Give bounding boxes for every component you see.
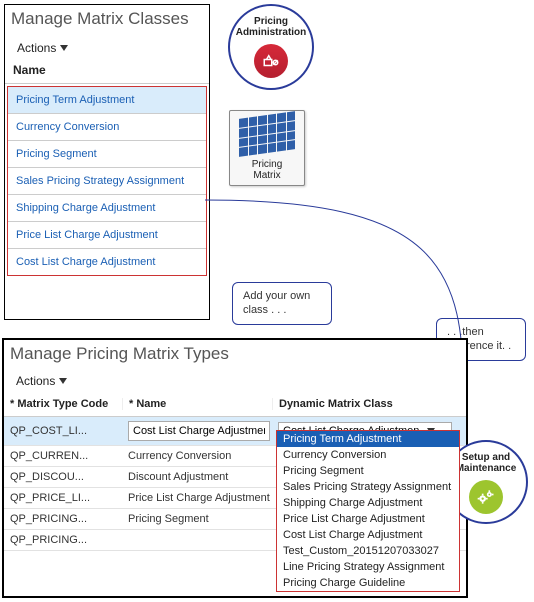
cell-code: QP_PRICE_LI...	[10, 492, 122, 504]
dropdown-item[interactable]: Pricing Charge Guideline	[277, 575, 459, 591]
panel2-title: Manage Pricing Matrix Types	[4, 340, 466, 364]
list-item[interactable]: Sales Pricing Strategy Assignment	[8, 168, 206, 195]
matrix-class-list: Pricing Term Adjustment Currency Convers…	[7, 86, 207, 276]
dropdown-item[interactable]: Price List Charge Adjustment	[277, 511, 459, 527]
p1-actions-label: Actions	[17, 41, 56, 55]
pricing-admin-label: PricingAdministration	[230, 16, 312, 38]
cell-name: Currency Conversion	[122, 450, 272, 462]
pricing-matrix-tile[interactable]: PricingMatrix	[229, 110, 305, 186]
cell-code: QP_COST_LI...	[10, 425, 122, 437]
matrix-tile-label: PricingMatrix	[232, 159, 302, 181]
list-item[interactable]: Shipping Charge Adjustment	[8, 195, 206, 222]
dropdown-item[interactable]: Line Pricing Strategy Assignment	[277, 559, 459, 575]
callout-add-your-own-class: Add your own class . . .	[232, 282, 332, 325]
dropdown-item[interactable]: Sales Pricing Strategy Assignment	[277, 479, 459, 495]
dropdown-item[interactable]: Currency Conversion	[277, 447, 459, 463]
types-table-header: Matrix Type Code Name Dynamic Matrix Cla…	[4, 394, 466, 417]
p2-actions-menu[interactable]: Actions	[4, 364, 466, 394]
chevron-down-icon	[60, 45, 68, 51]
cell-code: QP_PRICING...	[10, 513, 122, 525]
col-name: Name	[122, 398, 272, 410]
dropdown-item[interactable]: Cost List Charge Adjustment	[277, 527, 459, 543]
col-matrix-type-code: Matrix Type Code	[10, 398, 122, 410]
p1-actions-menu[interactable]: Actions	[5, 31, 209, 61]
dynamic-class-dropdown[interactable]: Pricing Term Adjustment Currency Convers…	[276, 430, 460, 592]
gears-icon	[469, 480, 503, 514]
col-dynamic-matrix-class: Dynamic Matrix Class	[272, 398, 460, 410]
list-item[interactable]: Pricing Term Adjustment	[8, 87, 206, 114]
panel1-title: Manage Matrix Classes	[5, 5, 209, 31]
dropdown-item[interactable]: Test_Custom_20151207033027	[277, 543, 459, 559]
list-item[interactable]: Price List Charge Adjustment	[8, 222, 206, 249]
matrix-grid-icon	[239, 111, 295, 157]
p2-actions-label: Actions	[16, 374, 55, 388]
cell-code: QP_PRICING...	[10, 534, 122, 546]
pricing-admin-icon	[254, 44, 288, 78]
manage-matrix-classes-panel: Manage Matrix Classes Actions Name Prici…	[4, 4, 210, 320]
cell-name: Price List Charge Adjustment	[122, 492, 272, 504]
dropdown-item[interactable]: Pricing Term Adjustment	[277, 431, 459, 447]
name-input[interactable]	[128, 421, 270, 441]
chevron-down-icon	[59, 378, 67, 384]
pricing-administration-bubble[interactable]: PricingAdministration	[228, 4, 314, 90]
cell-name: Discount Adjustment	[122, 471, 272, 483]
list-item[interactable]: Pricing Segment	[8, 141, 206, 168]
list-item[interactable]: Cost List Charge Adjustment	[8, 249, 206, 275]
cell-code: QP_DISCOU...	[10, 471, 122, 483]
dropdown-item[interactable]: Shipping Charge Adjustment	[277, 495, 459, 511]
cell-code: QP_CURREN...	[10, 450, 122, 462]
cell-name: Pricing Segment	[122, 513, 272, 525]
list-item[interactable]: Currency Conversion	[8, 114, 206, 141]
p1-col-name: Name	[5, 61, 209, 84]
dropdown-item[interactable]: Pricing Segment	[277, 463, 459, 479]
